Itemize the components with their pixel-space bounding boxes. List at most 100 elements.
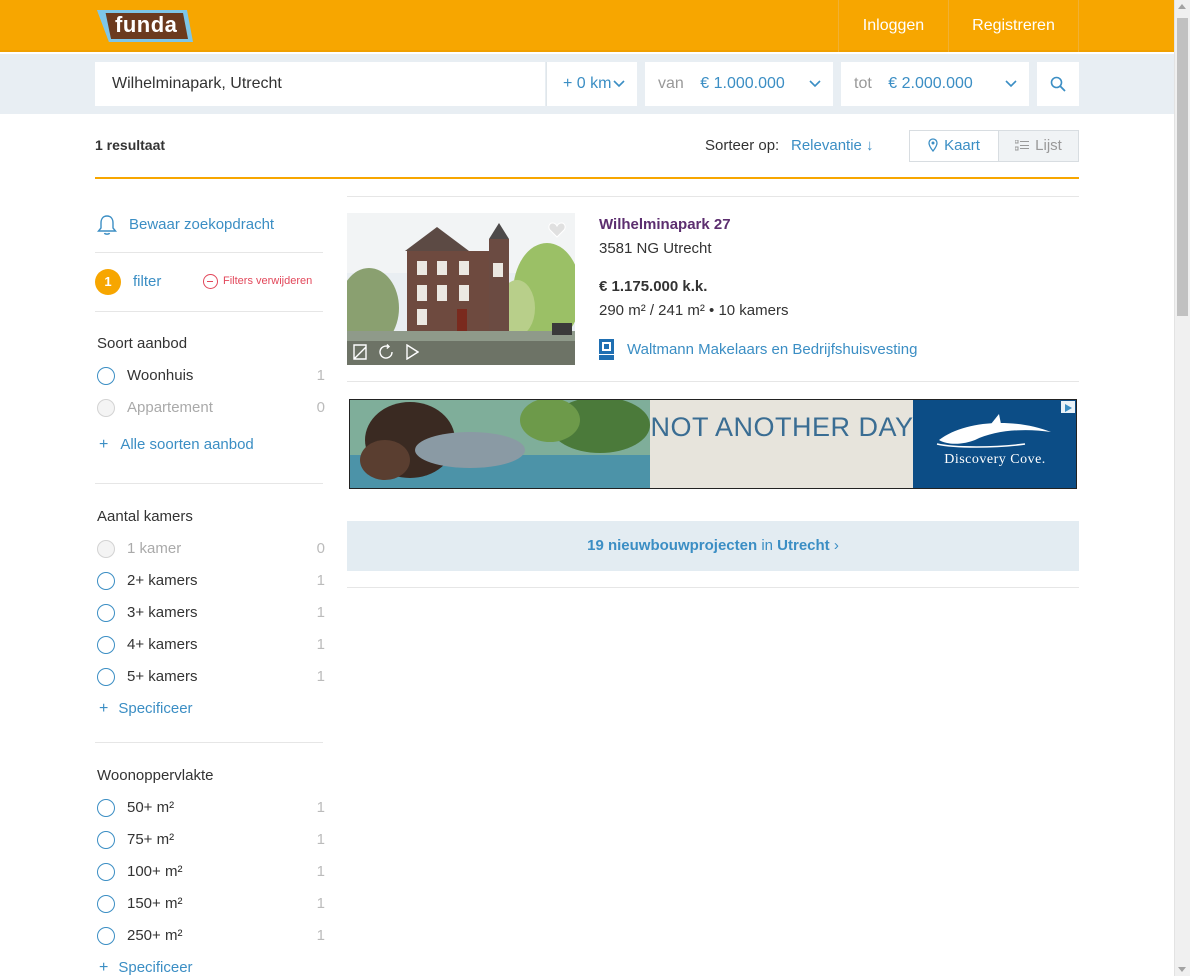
- radio-button[interactable]: [97, 668, 115, 686]
- location-input[interactable]: Wilhelminapark, Utrecht: [95, 62, 545, 106]
- chevron-down-icon: [809, 62, 821, 123]
- plus-icon: +: [99, 700, 109, 717]
- radius-select[interactable]: + 0 km: [546, 62, 637, 106]
- option-label: 100+ m²: [127, 863, 183, 880]
- login-button[interactable]: Inloggen: [838, 0, 948, 52]
- radio-button[interactable]: [97, 927, 115, 945]
- option-label: Appartement: [127, 399, 213, 416]
- filter-option-5-kamers[interactable]: 5+ kamers 1: [97, 667, 325, 687]
- option-count: 1: [316, 927, 325, 944]
- filter-option-250m2[interactable]: 250+ m² 1: [97, 926, 325, 946]
- option-label: 4+ kamers: [127, 636, 198, 653]
- ad-brand-panel: Discovery Cove.: [913, 400, 1076, 488]
- radio-button: [97, 540, 115, 558]
- option-count: 1: [316, 863, 325, 880]
- save-search-link[interactable]: Bewaar zoekopdracht: [95, 214, 274, 236]
- section-title-soort-aanbod: Soort aanbod: [97, 335, 188, 352]
- option-count: 1: [316, 367, 325, 384]
- register-button[interactable]: Registreren: [948, 0, 1079, 52]
- option-count: 1: [316, 668, 325, 685]
- radio-button[interactable]: [97, 572, 115, 590]
- new-builds-count: 19 nieuwbouwprojecten: [587, 537, 758, 554]
- map-pin-icon: [928, 133, 938, 163]
- list-view-button[interactable]: Lijst: [998, 131, 1078, 161]
- remove-filters-link[interactable]: Filters verwijderen: [203, 274, 313, 289]
- option-label: 2+ kamers: [127, 572, 198, 589]
- all-types-link[interactable]: + Alle soorten aanbod: [99, 436, 254, 454]
- filter-count-badge: 1: [95, 269, 121, 295]
- top-header: funda Inloggen Registreren: [0, 0, 1174, 52]
- listing-photo[interactable]: [347, 213, 575, 365]
- option-label: 75+ m²: [127, 831, 175, 848]
- search-icon: [1050, 76, 1066, 97]
- filter-option-50m2[interactable]: 50+ m² 1: [97, 798, 325, 818]
- filter-option-appartement: Appartement 0: [97, 398, 325, 418]
- filter-option-100m2[interactable]: 100+ m² 1: [97, 862, 325, 882]
- divider: [95, 252, 323, 253]
- divider: [347, 587, 1079, 588]
- option-label: 1 kamer: [127, 540, 182, 557]
- search-result-item[interactable]: Wilhelminapark 27 3581 NG Utrecht € 1.17…: [347, 213, 1079, 365]
- remove-circle-icon: [203, 274, 218, 289]
- funda-logo[interactable]: funda: [95, 8, 195, 44]
- bell-icon: [97, 214, 117, 243]
- price-max-select[interactable]: tot € 2.000.000: [841, 62, 1029, 106]
- option-count: 1: [316, 604, 325, 621]
- radio-button[interactable]: [97, 895, 115, 913]
- filter-option-75m2[interactable]: 75+ m² 1: [97, 830, 325, 850]
- filter-label: filter: [133, 273, 162, 290]
- listing-title[interactable]: Wilhelminapark 27: [599, 216, 731, 233]
- option-count: 0: [316, 399, 325, 416]
- option-label: Woonhuis: [127, 367, 194, 384]
- nvm-logo-icon: [599, 339, 614, 361]
- search-bar: Wilhelminapark, Utrecht + 0 km van € 1.0…: [0, 54, 1174, 114]
- logo-text: funda: [115, 12, 178, 37]
- new-builds-city: Utrecht: [777, 537, 830, 554]
- price-min-select[interactable]: van € 1.000.000: [645, 62, 833, 106]
- map-view-button[interactable]: Kaart: [910, 131, 998, 161]
- section-title-woonoppervlakte: Woonoppervlakte: [97, 767, 214, 784]
- scroll-thumb[interactable]: [1177, 18, 1188, 316]
- filter-option-woonhuis[interactable]: Woonhuis 1: [97, 366, 325, 386]
- filter-option-4-kamers[interactable]: 4+ kamers 1: [97, 635, 325, 655]
- specify-rooms-link[interactable]: + Specificeer: [99, 700, 193, 718]
- radio-button[interactable]: [97, 831, 115, 849]
- advertisement-banner[interactable]: NOT ANOTHER DAY Discovery Cove.: [349, 399, 1077, 489]
- plus-icon: +: [99, 436, 109, 453]
- sort-dropdown[interactable]: Relevantie ↓: [791, 137, 874, 154]
- list-icon: [1014, 132, 1030, 162]
- price-max-prefix: tot: [854, 75, 872, 92]
- agent-link[interactable]: Waltmann Makelaars en Bedrijfshuisvestin…: [627, 341, 917, 358]
- chevron-right-icon: ›: [829, 537, 839, 554]
- dolphin-icon: [935, 414, 1055, 455]
- radio-button[interactable]: [97, 367, 115, 385]
- listing-price: € 1.175.000 k.k.: [599, 278, 708, 295]
- bookmark-icon: [352, 344, 368, 365]
- results-divider: [95, 177, 1079, 179]
- search-button[interactable]: [1037, 62, 1079, 106]
- remove-filters-label: Filters verwijderen: [223, 275, 313, 287]
- filter-option-2-kamers[interactable]: 2+ kamers 1: [97, 571, 325, 591]
- scroll-down-arrow[interactable]: [1178, 967, 1186, 972]
- all-types-label: Alle soorten aanbod: [120, 436, 254, 453]
- ad-choices-icon[interactable]: [1061, 401, 1075, 413]
- price-min-value: € 1.000.000: [700, 75, 785, 92]
- specify-area-link[interactable]: + Specificeer: [99, 959, 193, 976]
- radio-button[interactable]: [97, 636, 115, 654]
- radio-button[interactable]: [97, 863, 115, 881]
- page-scrollbar[interactable]: [1174, 0, 1190, 976]
- filter-option-3-kamers[interactable]: 3+ kamers 1: [97, 603, 325, 623]
- option-count: 1: [316, 895, 325, 912]
- option-label: 5+ kamers: [127, 668, 198, 685]
- scroll-up-arrow[interactable]: [1178, 4, 1186, 9]
- radius-value: + 0 km: [563, 75, 612, 92]
- heart-icon[interactable]: [548, 222, 566, 243]
- radio-button: [97, 399, 115, 417]
- option-count: 1: [316, 572, 325, 589]
- new-builds-banner[interactable]: 19 nieuwbouwprojecten in Utrecht ›: [347, 521, 1079, 571]
- radio-button[interactable]: [97, 604, 115, 622]
- filter-option-150m2[interactable]: 150+ m² 1: [97, 894, 325, 914]
- chevron-down-icon: [613, 62, 625, 123]
- radio-button[interactable]: [97, 799, 115, 817]
- rotate-360-icon: [378, 344, 394, 365]
